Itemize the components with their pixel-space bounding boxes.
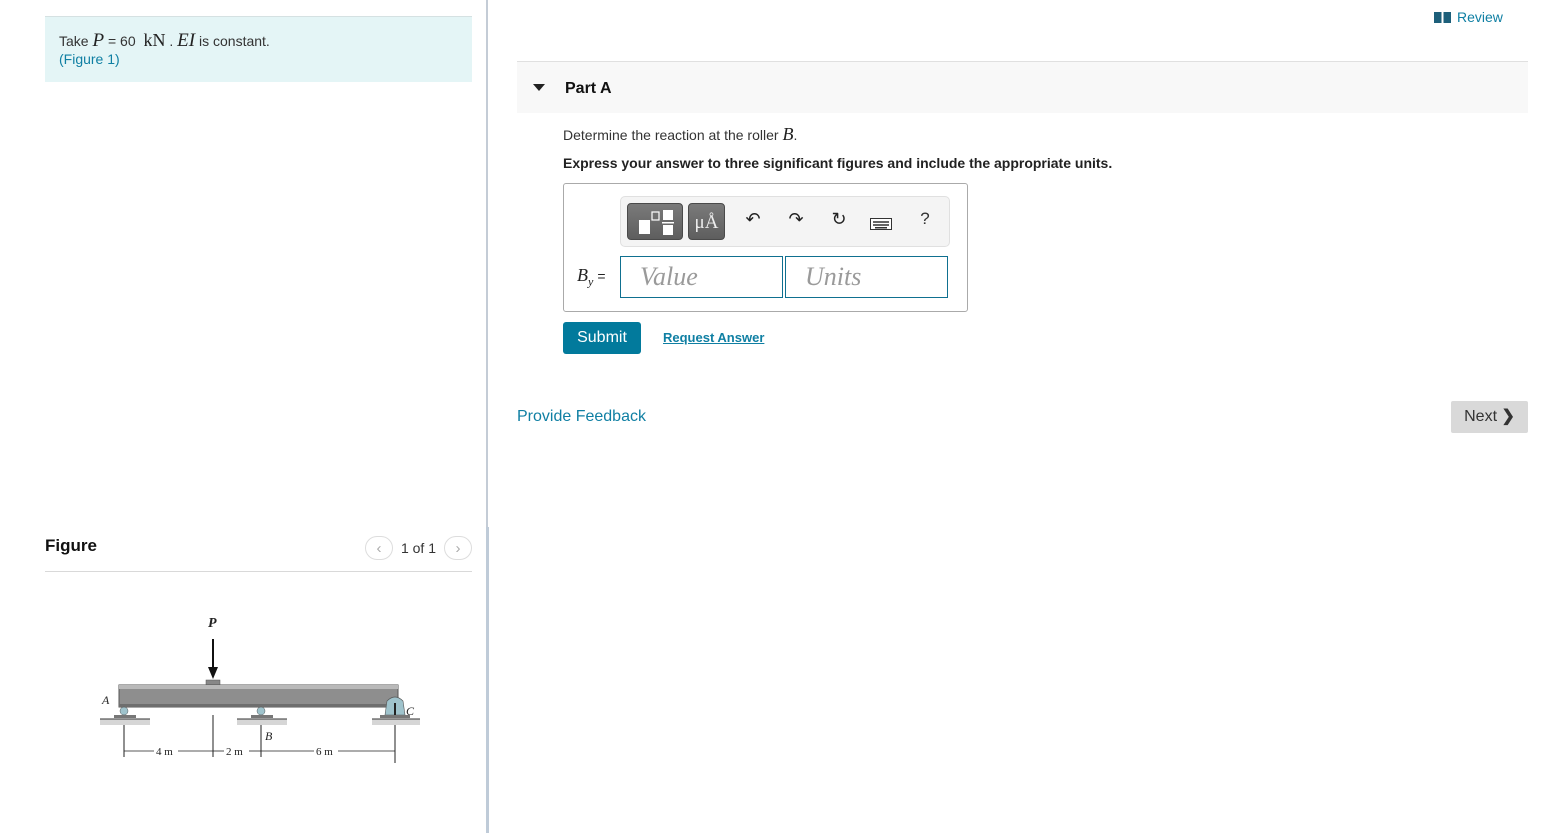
- reset-button[interactable]: ↻: [827, 209, 851, 230]
- chevron-left-icon: ‹: [376, 539, 382, 557]
- question-text: Determine the reaction at the roller B.: [563, 124, 797, 145]
- ground-a: [100, 719, 150, 725]
- request-answer-link[interactable]: Request Answer: [663, 330, 764, 345]
- question-prefix: Determine the reaction at the roller: [563, 127, 783, 143]
- figure-title: Figure: [45, 536, 97, 555]
- var-ei: EI: [177, 30, 196, 51]
- figure-header: Figure ‹ 1 of 1 ›: [45, 532, 472, 572]
- question-suffix: .: [793, 127, 798, 143]
- chevron-right-icon: ›: [455, 539, 461, 557]
- load-plate: [205, 679, 221, 686]
- beam-diagram: P A B C 4 m 2 m 6 m: [100, 616, 420, 763]
- part-title: Part A: [565, 80, 612, 97]
- load-label: P: [208, 616, 217, 631]
- support-b-label: B: [265, 729, 273, 743]
- units-input[interactable]: Units: [785, 256, 948, 298]
- roller-a: [119, 706, 129, 716]
- templates-icon: [639, 210, 674, 235]
- reset-icon: ↻: [831, 209, 847, 229]
- support-a-plate: [114, 715, 136, 718]
- question-var: B: [782, 124, 794, 144]
- part-a-header[interactable]: Part A: [517, 61, 1528, 113]
- ground-c: [372, 719, 420, 725]
- variable-subscript: y: [588, 274, 594, 289]
- next-label: Next: [1464, 408, 1498, 425]
- support-c-label: C: [406, 704, 415, 718]
- load-arrow-head: [208, 667, 218, 679]
- answer-box: μÅ ↶ ↷ ↻ ? By = Value Units: [563, 183, 968, 312]
- next-button[interactable]: Next ❯: [1451, 401, 1528, 433]
- roller-b: [256, 706, 266, 716]
- submit-button[interactable]: Submit: [563, 322, 641, 354]
- take-text: Take: [59, 33, 89, 49]
- problem-statement: Take P = 60 kN . EI is constant. (Figure…: [45, 16, 472, 82]
- support-b-plate: [251, 715, 273, 718]
- pager-text: 1 of 1: [400, 540, 436, 556]
- var-p: P: [92, 30, 105, 51]
- review-link[interactable]: Review: [1434, 9, 1503, 25]
- provide-feedback-link[interactable]: Provide Feedback: [517, 408, 646, 426]
- answer-variable: By =: [577, 265, 606, 290]
- figure-pager: ‹ 1 of 1 ›: [364, 536, 472, 560]
- dim-label-1: 4 m: [156, 746, 173, 758]
- redo-icon: ↷: [788, 209, 804, 229]
- next-figure-button[interactable]: ›: [444, 536, 472, 560]
- templates-button[interactable]: [627, 203, 683, 240]
- dim-label-3: 6 m: [316, 746, 333, 758]
- keyboard-icon: [870, 218, 892, 230]
- dim-label-2: 2 m: [226, 746, 243, 758]
- chevron-right-icon: ❯: [1501, 408, 1515, 425]
- math-toolbar: μÅ ↶ ↷ ↻ ?: [620, 196, 950, 247]
- instruction-text: Express your answer to three significant…: [563, 155, 1113, 171]
- beam-flange-bottom: [119, 704, 398, 707]
- redo-button[interactable]: ↷: [784, 209, 808, 230]
- figure-link[interactable]: (Figure 1): [59, 51, 120, 67]
- value-input[interactable]: Value: [620, 256, 783, 298]
- prev-figure-button[interactable]: ‹: [364, 536, 393, 560]
- variable-name: B: [577, 265, 588, 285]
- p-value: = 60: [104, 33, 140, 49]
- support-a-label: A: [101, 693, 110, 707]
- separator: .: [165, 33, 178, 49]
- units-button[interactable]: μÅ: [688, 203, 725, 240]
- constant-text: is constant.: [195, 33, 270, 49]
- undo-icon: ↶: [745, 209, 761, 229]
- review-label: Review: [1457, 9, 1503, 25]
- help-button[interactable]: ?: [913, 209, 937, 229]
- caret-down-icon: [533, 84, 545, 91]
- unit-kn: kN: [143, 30, 166, 50]
- equals-sign: =: [597, 268, 606, 284]
- book-icon: [1434, 11, 1451, 23]
- ground-b: [237, 719, 287, 725]
- scrollbar[interactable]: [486, 527, 489, 833]
- keyboard-button[interactable]: [869, 214, 893, 235]
- undo-button[interactable]: ↶: [741, 209, 765, 230]
- beam-flange-top: [119, 685, 398, 689]
